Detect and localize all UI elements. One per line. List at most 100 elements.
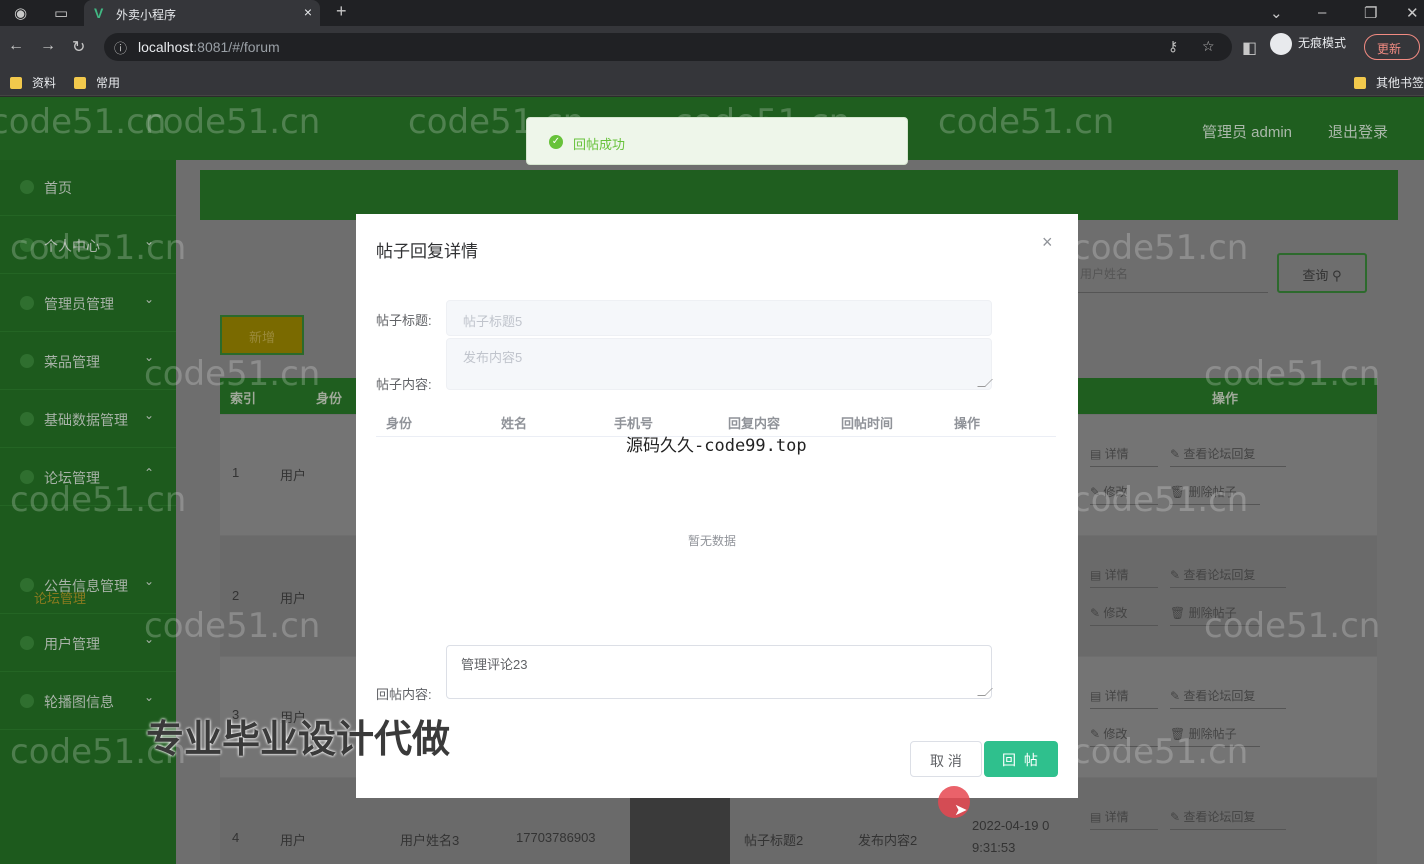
reply-textarea[interactable]: 管理评论23 <box>446 645 993 699</box>
home-icon <box>20 180 34 194</box>
folder-icon <box>74 77 86 89</box>
update-button[interactable]: 更新 <box>1364 34 1420 60</box>
sidebar-item-admins[interactable]: 管理员管理 ⌄ <box>0 276 176 332</box>
tab-overview-icon[interactable]: ▭ <box>54 4 68 22</box>
chevron-down-icon: ⌄ <box>144 350 155 364</box>
address-bar-row: ← → ↻ ⓘ localhost:8081/#/forum ⚷ ☆ ◧ 无痕模… <box>0 26 1424 68</box>
browser-tab-bar: ◉ ▭ V 外卖小程序 × + ⌄ – ❐ ✕ <box>0 0 1424 26</box>
delete-button[interactable]: 🗑 删除帖子 <box>1170 725 1260 747</box>
browser-tab[interactable]: V 外卖小程序 × <box>84 0 320 26</box>
cancel-button[interactable]: 取 消 <box>910 741 982 777</box>
incognito-indicator[interactable]: 无痕模式 <box>1270 33 1346 55</box>
empty-text: 暂无数据 <box>688 534 737 548</box>
folder-icon <box>1354 77 1366 89</box>
tab-close-icon[interactable]: × <box>304 4 312 20</box>
toast-message: 回帖成功 <box>573 137 626 152</box>
resize-grip-icon[interactable] <box>977 379 993 387</box>
view-replies-button[interactable]: ✎ 查看论坛回复 <box>1170 687 1286 709</box>
chevron-down-icon: ⌄ <box>144 234 155 248</box>
resize-grip-icon[interactable] <box>977 688 993 696</box>
back-icon[interactable]: ← <box>8 37 24 55</box>
chevron-down-icon[interactable]: ⌄ <box>1270 4 1283 22</box>
star-icon[interactable]: ☆ <box>1202 38 1215 55</box>
chevron-down-icon: ⌄ <box>144 574 155 588</box>
sidebar-item-dishes[interactable]: 菜品管理 ⌄ <box>0 334 176 390</box>
chevron-down-icon: ⌄ <box>144 690 155 704</box>
window-close-icon[interactable]: ✕ <box>1406 4 1419 22</box>
restore-icon[interactable]: ❐ <box>1364 4 1377 22</box>
sidebar-item-notices[interactable]: 公告信息管理 ⌄ <box>0 558 176 614</box>
url-field[interactable]: ⓘ localhost:8081/#/forum ⚷ ☆ <box>104 33 1232 61</box>
data-icon <box>20 412 34 426</box>
breadcrumb-bar <box>200 170 1398 220</box>
sidebar-item-basedata[interactable]: 基础数据管理 ⌄ <box>0 392 176 448</box>
admin-icon <box>20 296 34 310</box>
post-title-label: 帖子标题: <box>376 313 432 328</box>
detail-button[interactable]: ▤ 详情 <box>1090 687 1158 709</box>
col-name: 姓名 <box>501 416 528 431</box>
forward-icon[interactable]: → <box>40 37 56 55</box>
image-icon <box>20 694 34 708</box>
detail-button[interactable]: ▤ 详情 <box>1090 566 1158 588</box>
col-reply-content: 回复内容 <box>728 416 781 431</box>
dialog-title: 帖子回复详情 <box>376 242 478 261</box>
admin-user-label: 管理员 admin <box>1202 124 1293 141</box>
folder-icon <box>10 77 22 89</box>
view-replies-button[interactable]: ✎ 查看论坛回复 <box>1170 808 1286 830</box>
post-content-field: 发布内容5 <box>446 338 993 390</box>
tab-title: 外卖小程序 <box>116 8 177 22</box>
search-icon: ⚲ <box>1332 268 1342 283</box>
reply-label: 回帖内容: <box>376 687 432 702</box>
sidebar-item-forum[interactable]: 论坛管理 ⌃ <box>0 450 176 506</box>
sidebar-item-home[interactable]: 首页 <box>0 160 176 216</box>
other-bookmarks[interactable]: 其他书签 <box>1354 74 1424 91</box>
col-role: 身份 <box>386 416 413 431</box>
add-button[interactable]: 新增 <box>220 315 304 355</box>
user-icon <box>20 238 34 252</box>
chevron-down-icon: ⌄ <box>144 292 155 306</box>
post-content-label: 帖子内容: <box>376 377 432 392</box>
notice-icon <box>20 578 34 592</box>
forum-icon <box>20 470 34 484</box>
info-icon: ⓘ <box>114 41 128 56</box>
col-reply-time: 回帖时间 <box>841 416 894 431</box>
chevron-down-icon: ⌄ <box>144 408 155 422</box>
query-button[interactable]: 查询 ⚲ <box>1277 253 1367 293</box>
chevron-up-icon: ⌃ <box>144 466 155 480</box>
logout-link[interactable]: 退出登录 <box>1328 121 1388 142</box>
search-input[interactable]: 用户姓名 <box>1076 253 1268 293</box>
sidebar-item-profile[interactable]: 个人中心 ⌄ <box>0 218 176 274</box>
promo-overlay-text: 专业毕业设计代做 <box>146 717 451 761</box>
bookmarks-bar: 资料 常用 其他书签 <box>0 68 1424 96</box>
detail-button[interactable]: ▤ 详情 <box>1090 808 1158 830</box>
browser-menu-icon[interactable]: ◉ <box>14 4 27 22</box>
reload-icon[interactable]: ↻ <box>72 37 85 57</box>
success-toast: ✓ 回帖成功 <box>526 117 908 165</box>
delete-button[interactable]: 🗑 删除帖子 <box>1170 483 1260 505</box>
view-replies-button[interactable]: ✎ 查看论坛回复 <box>1170 445 1286 467</box>
edit-button[interactable]: ✎ 修改 <box>1090 725 1158 747</box>
view-replies-button[interactable]: ✎ 查看论坛回复 <box>1170 566 1286 588</box>
new-tab-button[interactable]: + <box>336 1 347 22</box>
bookmark-folder[interactable]: 资料 <box>10 74 56 91</box>
bookmark-folder[interactable]: 常用 <box>74 74 120 91</box>
detail-button[interactable]: ▤ 详情 <box>1090 445 1158 467</box>
reply-button[interactable]: 回 帖 <box>984 741 1058 777</box>
incognito-icon <box>1270 33 1292 55</box>
edit-button[interactable]: ✎ 修改 <box>1090 604 1158 626</box>
minimize-icon[interactable]: – <box>1318 4 1326 21</box>
mouse-pointer-icon: ➤ <box>954 802 968 819</box>
col-phone: 手机号 <box>614 416 654 431</box>
edit-button[interactable]: ✎ 修改 <box>1090 483 1158 505</box>
sidebar-item-users[interactable]: 用户管理 ⌄ <box>0 616 176 672</box>
sidepanel-icon[interactable]: ◧ <box>1242 38 1257 58</box>
vue-icon: V <box>94 5 104 21</box>
key-icon[interactable]: ⚷ <box>1168 38 1178 55</box>
close-icon[interactable]: × <box>1042 232 1053 253</box>
reply-detail-dialog: 帖子回复详情 × 帖子标题: 帖子标题5 帖子内容: 发布内容5 身份 姓名 手… <box>356 214 1078 798</box>
dish-icon <box>20 354 34 368</box>
site-watermark: 源码久久-code99.top <box>626 436 807 456</box>
url-host: localhost <box>138 39 194 55</box>
check-circle-icon: ✓ <box>549 135 563 149</box>
delete-button[interactable]: 🗑 删除帖子 <box>1170 604 1260 626</box>
